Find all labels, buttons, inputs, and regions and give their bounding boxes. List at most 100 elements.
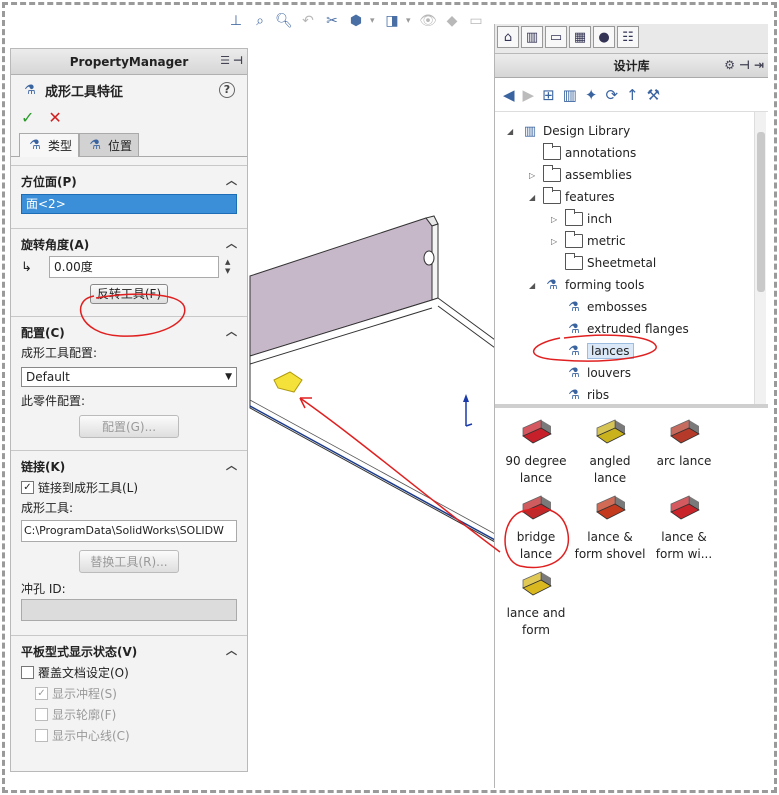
section-view-icon[interactable]: ✂: [322, 11, 342, 31]
replace-tool-button[interactable]: 替换工具(R)...: [79, 550, 179, 573]
tool-path-field[interactable]: C:\ProgramData\SolidWorks\SOLIDW: [21, 520, 237, 542]
appearance-icon[interactable]: ◆: [442, 11, 462, 31]
show-centerline-checkbox[interactable]: 显示中心线(C): [21, 725, 237, 746]
punch-id-field[interactable]: [21, 599, 237, 621]
back-icon[interactable]: ◀: [503, 86, 515, 104]
tree-item[interactable]: ⚗ embosses: [551, 296, 647, 318]
pin-icon[interactable]: ⊣: [739, 58, 750, 72]
library-item[interactable]: lance and form: [497, 568, 575, 639]
tree-item[interactable]: ▷ assemblies: [529, 164, 632, 186]
library-item[interactable]: lance & form shovel: [571, 492, 649, 563]
home-icon[interactable]: ⌂: [497, 26, 519, 48]
tree-item[interactable]: ⚗ louvers: [551, 362, 631, 384]
tool-config-select[interactable]: Default ▼: [21, 367, 237, 387]
expand-toggle-icon[interactable]: ◢: [529, 281, 539, 290]
flip-tool-button[interactable]: 反转工具(F): [89, 284, 169, 304]
library-item[interactable]: angled lance: [571, 416, 649, 487]
angle-spinner[interactable]: ▲ ▼: [225, 258, 237, 276]
forming-tool-icon: ⚗: [568, 299, 580, 315]
library-icon: ▥: [523, 123, 537, 139]
hide-show-icon[interactable]: 👁︎: [418, 11, 438, 31]
tree-item[interactable]: ⚗ extruded flanges: [551, 318, 689, 340]
tree-item[interactable]: ⚗ ribs: [551, 384, 609, 404]
flat-pattern-section: 平板型式显示状态(V) ︿ 覆盖文档设定(O) ✓ 显示冲程(S) 显示轮廓(F)…: [11, 635, 247, 752]
tree-scrollbar[interactable]: [754, 112, 766, 404]
collapse-icon[interactable]: ︿: [226, 172, 237, 188]
tab-position[interactable]: ⚗ 位置: [79, 133, 140, 156]
help-icon[interactable]: ?: [219, 82, 235, 98]
forming-tool-thumbnail-icon: [522, 495, 552, 520]
tree-item[interactable]: ▷ inch: [551, 208, 612, 230]
link-to-tool-checkbox[interactable]: ✓ 链接到成形工具(L): [21, 477, 237, 498]
forming-tool-icon: ⚗: [568, 365, 580, 381]
dropdown-chevron-icon[interactable]: ▾: [370, 16, 378, 26]
tool-config-value: Default: [26, 370, 70, 384]
forming-tool-icon: ⚗: [546, 277, 558, 293]
config-button[interactable]: 配置(G)...: [79, 415, 179, 438]
add-file-location-icon[interactable]: ▥: [563, 86, 577, 104]
tree-item[interactable]: annotations: [529, 142, 636, 164]
custom-properties-icon[interactable]: ☷: [617, 26, 639, 48]
collapse-icon[interactable]: ︿: [226, 235, 237, 251]
tree-item[interactable]: ◢ ⚗ forming tools: [529, 274, 644, 296]
collapse-icon[interactable]: ︿: [226, 642, 237, 658]
library-tree: ◢ ▥ Design Library annotations ▷ assemblies ◢ f…: [495, 112, 768, 408]
up-one-level-icon[interactable]: ↑: [626, 86, 639, 104]
panel-options-icon[interactable]: ☰: [220, 54, 230, 67]
library-item[interactable]: lance & form wi...: [645, 492, 723, 563]
tree-item[interactable]: Sheetmetal: [551, 252, 656, 274]
expand-toggle-icon[interactable]: ◢: [529, 193, 539, 202]
orientation-face-field[interactable]: 面<2>: [21, 194, 237, 214]
dropdown-chevron-icon[interactable]: ▾: [406, 16, 414, 26]
previous-view-icon[interactable]: ↶: [298, 11, 318, 31]
display-style-icon[interactable]: ◨: [382, 11, 402, 31]
pin-icon[interactable]: ⊣: [233, 54, 243, 67]
collapse-icon[interactable]: ︿: [226, 457, 237, 473]
gear-icon[interactable]: ⚙: [724, 58, 735, 72]
create-folder-icon[interactable]: ✦: [585, 86, 598, 104]
expand-toggle-icon[interactable]: ▷: [551, 237, 561, 246]
expand-toggle-icon[interactable]: ▷: [529, 171, 539, 180]
tab-type[interactable]: ⚗ 类型: [19, 133, 80, 157]
library-item-label: lance: [593, 471, 627, 485]
expand-toggle-icon[interactable]: ◢: [507, 127, 517, 136]
library-item[interactable]: bridge lance: [497, 492, 575, 563]
design-library-title: 设计库: [613, 59, 650, 73]
tree-item[interactable]: ◢ features: [529, 186, 615, 208]
override-doc-checkbox[interactable]: 覆盖文档设定(O): [21, 662, 237, 683]
tree-item[interactable]: ⚗ lances: [551, 340, 634, 362]
heads-up-toolbar: ⊥ ⌕ 🔍︎ ↶ ✂ ⬢ ▾ ◨ ▾ 👁︎ ◆ ▭: [226, 10, 486, 32]
view-orientation-icon[interactable]: ⊥: [226, 11, 246, 31]
collapse-icon[interactable]: ︿: [226, 323, 237, 339]
library-item-label: form wi...: [655, 547, 713, 561]
zoom-area-icon[interactable]: 🔍︎: [274, 11, 294, 31]
ok-button[interactable]: ✓: [21, 108, 34, 127]
show-profile-checkbox[interactable]: 显示轮廓(F): [21, 704, 237, 725]
expand-toggle-icon[interactable]: ▷: [551, 215, 561, 224]
appearances-icon[interactable]: ●: [593, 26, 615, 48]
view-palette-icon[interactable]: ▦: [569, 26, 591, 48]
zoom-to-fit-icon[interactable]: ⌕: [250, 11, 270, 31]
property-tabs: ⚗ 类型 ⚗ 位置: [11, 133, 247, 157]
file-explorer-icon[interactable]: ▭: [545, 26, 567, 48]
forming-tool-thumbnail-icon: [670, 419, 700, 444]
toolbox-icon[interactable]: ⚒: [647, 86, 660, 104]
forming-tool-thumbnail-icon: [522, 571, 552, 596]
show-punch-checkbox[interactable]: ✓ 显示冲程(S): [21, 683, 237, 704]
tool-label: 成形工具:: [21, 501, 74, 515]
monitor-icon[interactable]: ▭: [466, 11, 486, 31]
library-item[interactable]: 90 degree lance: [497, 416, 575, 487]
library-item[interactable]: arc lance: [645, 416, 723, 470]
cancel-button[interactable]: ✕: [48, 108, 61, 127]
forward-icon[interactable]: ▶: [523, 86, 535, 104]
rotation-angle-input[interactable]: 0.00度: [49, 256, 219, 278]
tree-item[interactable]: ▷ metric: [551, 230, 626, 252]
design-library-icon[interactable]: ▥: [521, 26, 543, 48]
view-cube-icon[interactable]: ⬢: [346, 11, 366, 31]
collapse-pane-icon[interactable]: ⇥: [754, 58, 764, 72]
tree-item[interactable]: ◢ ▥ Design Library: [507, 120, 630, 142]
add-to-library-icon[interactable]: ⊞: [542, 86, 555, 104]
tab-position-label: 位置: [108, 138, 133, 153]
refresh-icon[interactable]: ⟳: [605, 86, 618, 104]
section-heading: 链接(K): [21, 459, 66, 474]
